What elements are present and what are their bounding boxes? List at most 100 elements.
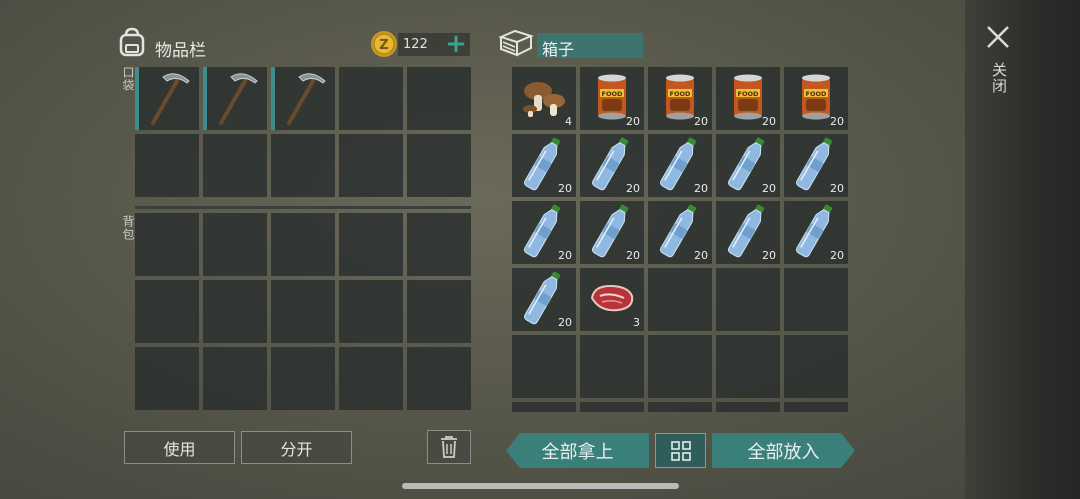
container-slot[interactable] xyxy=(648,402,712,412)
container-slot[interactable] xyxy=(648,268,712,331)
backpack-slot[interactable] xyxy=(271,280,335,343)
item-count: 3 xyxy=(633,316,640,329)
backpack-slot[interactable] xyxy=(271,213,335,276)
container-slot[interactable]: 20 xyxy=(512,268,576,331)
pocket-grid xyxy=(135,67,471,197)
pocket-slot[interactable] xyxy=(135,67,199,130)
container-slot[interactable]: 20 xyxy=(784,134,848,197)
item-count: 20 xyxy=(626,182,640,195)
item-count: 20 xyxy=(830,249,844,262)
container-slot[interactable] xyxy=(580,335,644,398)
item-count: 20 xyxy=(558,182,572,195)
item-count: 20 xyxy=(694,115,708,128)
take-all-button[interactable]: 全部拿上 xyxy=(506,433,649,468)
close-icon xyxy=(987,26,1009,48)
pickaxe-icon xyxy=(287,73,326,125)
item-count: 20 xyxy=(830,115,844,128)
backpack-slot[interactable] xyxy=(203,213,267,276)
container-slot[interactable]: FOOD 20 xyxy=(716,67,780,130)
svg-text:Z: Z xyxy=(379,38,388,53)
put-all-button[interactable]: 全部放入 xyxy=(712,433,855,468)
svg-text:FOOD: FOOD xyxy=(806,90,827,98)
container-slot[interactable]: FOOD 20 xyxy=(648,67,712,130)
container-slot[interactable]: 20 xyxy=(784,201,848,264)
container-slot[interactable]: FOOD 20 xyxy=(784,67,848,130)
pocket-slot[interactable] xyxy=(407,67,471,130)
grid-sort-icon xyxy=(670,440,691,461)
backpack-slot[interactable] xyxy=(407,213,471,276)
item-count: 20 xyxy=(762,115,776,128)
container-slot[interactable] xyxy=(716,335,780,398)
item-count: 20 xyxy=(762,249,776,262)
backpack-slot[interactable] xyxy=(407,280,471,343)
pocket-slot[interactable] xyxy=(339,67,403,130)
backpack-grid xyxy=(135,213,471,410)
pocket-slot[interactable] xyxy=(203,67,267,130)
container-slot[interactable] xyxy=(784,268,848,331)
svg-text:FOOD: FOOD xyxy=(738,90,759,98)
add-currency-button[interactable]: + xyxy=(444,31,468,57)
backpack-slot[interactable] xyxy=(339,280,403,343)
item-count: 20 xyxy=(558,316,572,329)
container-slot[interactable]: FOOD 20 xyxy=(580,67,644,130)
pocket-divider xyxy=(135,206,471,209)
delete-button[interactable] xyxy=(427,430,471,464)
container-slot[interactable] xyxy=(512,335,576,398)
backpack-slot[interactable] xyxy=(271,347,335,410)
container-slot[interactable]: 4 xyxy=(512,67,576,130)
container-slot[interactable] xyxy=(648,335,712,398)
container-slot[interactable]: 3 xyxy=(580,268,644,331)
container-slot[interactable]: 20 xyxy=(512,134,576,197)
backpack-slot[interactable] xyxy=(203,280,267,343)
pocket-slot[interactable] xyxy=(271,134,335,197)
container-slot[interactable]: 20 xyxy=(580,201,644,264)
pocket-slot[interactable] xyxy=(271,67,335,130)
backpack-icon xyxy=(117,26,147,62)
container-slot[interactable] xyxy=(580,402,644,412)
container-slot[interactable] xyxy=(716,402,780,412)
coin-icon: Z xyxy=(370,30,398,62)
container-slot[interactable]: 20 xyxy=(512,201,576,264)
inventory-title: 物品栏 xyxy=(155,41,206,61)
sort-button[interactable] xyxy=(655,433,706,468)
box-icon xyxy=(497,27,535,63)
container-slot[interactable]: 20 xyxy=(716,134,780,197)
right-panel-background xyxy=(965,0,1080,499)
pocket-slot[interactable] xyxy=(135,134,199,197)
currency-amount: 122 xyxy=(403,37,428,52)
close-button[interactable] xyxy=(985,24,1015,54)
close-label[interactable]: 关闭 xyxy=(989,62,1010,94)
container-slot[interactable]: 20 xyxy=(716,201,780,264)
svg-text:FOOD: FOOD xyxy=(670,90,691,98)
container-slot[interactable]: 20 xyxy=(580,134,644,197)
backpack-slot[interactable] xyxy=(135,213,199,276)
backpack-slot[interactable] xyxy=(407,347,471,410)
item-count: 20 xyxy=(762,182,776,195)
item-count: 20 xyxy=(626,115,640,128)
use-button[interactable]: 使用 xyxy=(124,431,235,464)
backpack-slot[interactable] xyxy=(135,280,199,343)
backpack-slot[interactable] xyxy=(339,347,403,410)
container-slot[interactable]: 20 xyxy=(648,134,712,197)
split-button[interactable]: 分开 xyxy=(241,431,352,464)
svg-text:FOOD: FOOD xyxy=(602,90,623,98)
pocket-slot[interactable] xyxy=(203,134,267,197)
backpack-slot[interactable] xyxy=(203,347,267,410)
item-count: 20 xyxy=(626,249,640,262)
pocket-slot[interactable] xyxy=(407,134,471,197)
trash-icon xyxy=(441,436,457,458)
pickaxe-icon xyxy=(219,73,258,125)
item-count: 20 xyxy=(558,249,572,262)
item-count: 20 xyxy=(694,182,708,195)
item-count: 4 xyxy=(565,115,572,128)
container-slot[interactable] xyxy=(716,268,780,331)
container-slot[interactable] xyxy=(784,402,848,412)
item-count: 20 xyxy=(694,249,708,262)
container-slot[interactable] xyxy=(784,335,848,398)
container-slot[interactable]: 20 xyxy=(648,201,712,264)
container-slot[interactable] xyxy=(512,402,576,412)
container-name: 箱子 xyxy=(542,40,575,59)
backpack-slot[interactable] xyxy=(135,347,199,410)
pocket-slot[interactable] xyxy=(339,134,403,197)
backpack-slot[interactable] xyxy=(339,213,403,276)
